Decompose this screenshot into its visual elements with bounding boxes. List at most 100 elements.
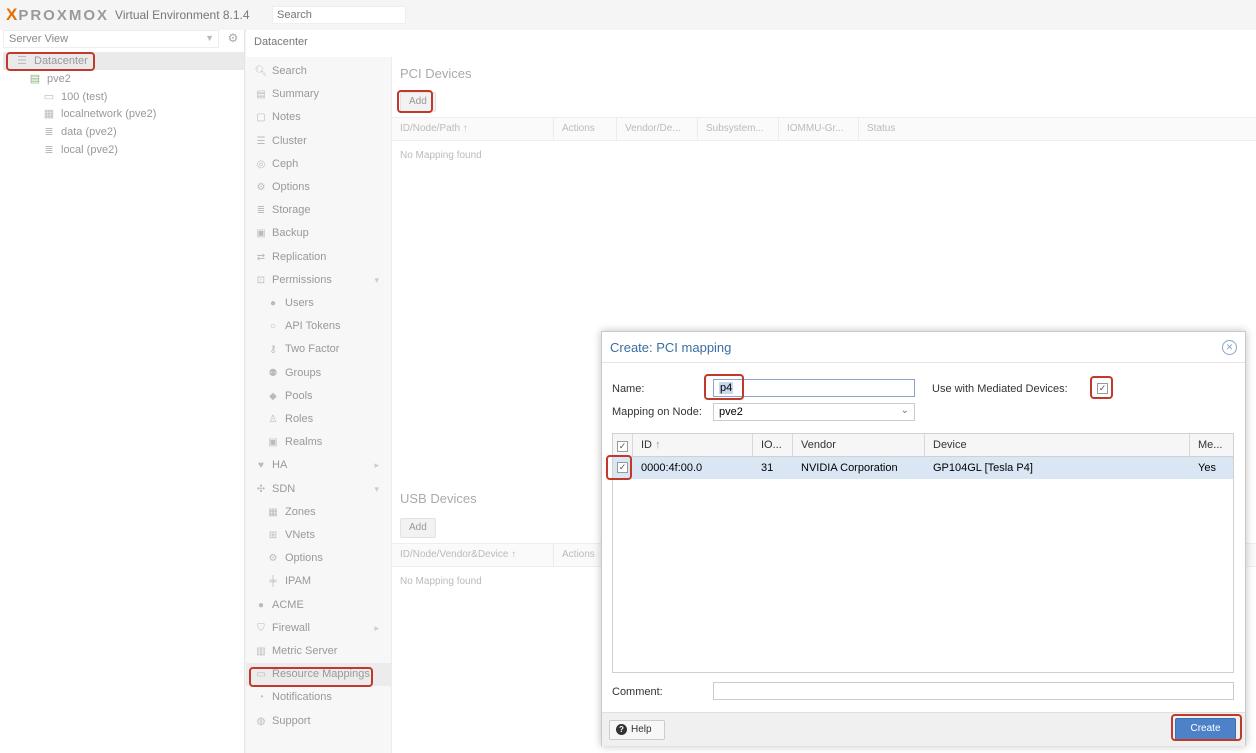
chevron-down-icon[interactable]: ▾ bbox=[374, 478, 379, 501]
menu-item-realms[interactable]: ▣ Realms bbox=[246, 431, 391, 454]
menu-item-sdn[interactable]: ✣ SDN ▾ bbox=[246, 478, 391, 501]
pci-col-iommu[interactable]: IOMMU-Gr... bbox=[779, 118, 859, 140]
male-icon: ♙ bbox=[268, 414, 278, 425]
view-selector[interactable]: Server View ▼ bbox=[3, 30, 219, 48]
pci-add-button[interactable]: Add bbox=[400, 92, 436, 112]
usb-col-id[interactable]: ID/Node/Vendor&Device ↑ bbox=[392, 544, 554, 566]
col-id[interactable]: ID ↑ bbox=[633, 434, 753, 457]
create-button[interactable]: Create bbox=[1175, 718, 1236, 740]
mediated-devices-label: Use with Mediated Devices: bbox=[932, 383, 1068, 395]
tree-node-vm-100[interactable]: ▭ 100 (test) bbox=[42, 88, 108, 106]
chevron-right-icon[interactable]: ▸ bbox=[374, 454, 379, 477]
th-icon: ▦ bbox=[268, 506, 278, 518]
row-vendor: NVIDIA Corporation bbox=[801, 462, 898, 474]
gear-icon[interactable]: ⚙ bbox=[226, 31, 240, 45]
mediated-devices-checkbox[interactable]: ✓ bbox=[1097, 383, 1108, 394]
col-device[interactable]: Device bbox=[925, 434, 1190, 457]
comment-field[interactable] bbox=[713, 682, 1234, 700]
menu-item-search[interactable]: 🔍︎ Search bbox=[246, 60, 391, 83]
network-icon: ▦ bbox=[43, 108, 55, 120]
comments-icon: ◍ bbox=[256, 715, 266, 727]
menu-item-permissions[interactable]: ⊡ Permissions ▾ bbox=[246, 269, 391, 292]
tree-node-data[interactable]: ≣ data (pve2) bbox=[42, 123, 117, 141]
menu-item-notifications[interactable]: ◔ Notifications bbox=[246, 686, 391, 709]
global-search-input[interactable] bbox=[272, 6, 406, 24]
menu-item-label: Zones bbox=[285, 505, 316, 518]
menu-item-two-factor[interactable]: ⚷ Two Factor bbox=[246, 338, 391, 361]
pci-grid-header: ID/Node/Path ↑ Actions Vendor/De... Subs… bbox=[392, 117, 1256, 141]
menu-item-label: ACME bbox=[272, 598, 304, 611]
menu-item-label: API Tokens bbox=[285, 320, 341, 333]
menu-item-cluster[interactable]: ☰ Cluster bbox=[246, 130, 391, 153]
tree-node-label: pve2 bbox=[47, 73, 71, 85]
user-outline-icon: ○ bbox=[269, 321, 277, 333]
create-pci-mapping-dialog: Create: PCI mapping ✕ Name: p4 Use with … bbox=[601, 331, 1246, 746]
table-row[interactable]: ✓ 0000:4f:00.0 31 NVIDIA Corporation GP1… bbox=[613, 457, 1233, 479]
menu-item-label: Notes bbox=[272, 111, 301, 124]
tree-node-localnetwork[interactable]: ▦ localnetwork (pve2) bbox=[42, 105, 157, 123]
menu-item-label: Ceph bbox=[272, 157, 299, 170]
menu-item-ipam[interactable]: ╪ IPAM bbox=[246, 570, 391, 593]
gear-icon: ⚙ bbox=[268, 553, 278, 565]
row-checkbox[interactable]: ✓ bbox=[617, 462, 628, 473]
pci-col-vendor[interactable]: Vendor/De... bbox=[617, 118, 698, 140]
users-icon: ⚉ bbox=[268, 367, 278, 379]
col-vendor[interactable]: Vendor bbox=[793, 434, 925, 457]
divider bbox=[602, 362, 1245, 363]
pci-col-actions[interactable]: Actions bbox=[554, 118, 617, 140]
menu-item-metric-server[interactable]: ▥ Metric Server bbox=[246, 640, 391, 663]
col-iommu[interactable]: IO... bbox=[753, 434, 793, 457]
node-select[interactable]: pve2 ⌄ bbox=[713, 403, 915, 421]
menu-item-api-tokens[interactable]: ○ API Tokens bbox=[246, 315, 391, 338]
chevron-right-icon[interactable]: ▸ bbox=[374, 617, 379, 640]
close-icon[interactable]: ✕ bbox=[1222, 340, 1237, 355]
pci-col-id[interactable]: ID/Node/Path ↑ bbox=[392, 118, 554, 140]
row-iommu: 31 bbox=[761, 462, 774, 474]
menu-item-label: Pools bbox=[285, 389, 313, 402]
menu-item-replication[interactable]: ⇄ Replication bbox=[246, 246, 391, 269]
menu-item-options[interactable]: ⚙ Options bbox=[246, 547, 391, 570]
menu-item-resource-mappings[interactable]: ▭ Resource Mappings bbox=[246, 663, 391, 687]
menu-item-firewall[interactable]: ⛉ Firewall ▸ bbox=[246, 617, 391, 640]
logo-word: PROXMOX bbox=[18, 6, 110, 24]
menu-item-vnets[interactable]: ⊞ VNets bbox=[246, 524, 391, 547]
address-book-icon: ▣ bbox=[268, 437, 278, 449]
tree-node-local[interactable]: ≣ local (pve2) bbox=[42, 141, 117, 159]
menu-item-notes[interactable]: ▢ Notes bbox=[246, 106, 391, 129]
column-label: ID/Node/Vendor&Device bbox=[400, 549, 509, 560]
select-all-checkbox[interactable]: ✓ bbox=[617, 441, 628, 452]
menu-item-storage[interactable]: ≣ Storage bbox=[246, 199, 391, 222]
tree-node-label: data (pve2) bbox=[61, 126, 117, 138]
pci-col-subsystem[interactable]: Subsystem... bbox=[698, 118, 779, 140]
pci-col-status[interactable]: Status bbox=[859, 118, 1256, 140]
server-icon: ☰ bbox=[256, 135, 266, 147]
menu-item-users[interactable]: ● Users bbox=[246, 292, 391, 315]
tree-node-pve2[interactable]: ▤ pve2 bbox=[28, 70, 71, 88]
folder-icon: ▭ bbox=[256, 669, 266, 681]
menu-item-groups[interactable]: ⚉ Groups bbox=[246, 362, 391, 385]
menu-item-roles[interactable]: ♙ Roles bbox=[246, 408, 391, 431]
bar-chart-icon: ▥ bbox=[256, 646, 266, 657]
usb-add-button[interactable]: Add bbox=[400, 518, 436, 538]
menu-item-pools[interactable]: ◆ Pools bbox=[246, 385, 391, 408]
chevron-down-icon[interactable]: ▾ bbox=[374, 269, 379, 292]
tags-icon: ◆ bbox=[269, 390, 277, 402]
menu-item-summary[interactable]: ▤ Summary bbox=[246, 83, 391, 106]
menu-item-label: Permissions bbox=[272, 273, 332, 286]
menu-item-zones[interactable]: ▦ Zones bbox=[246, 501, 391, 524]
menu-item-ha[interactable]: ♥ HA ▸ bbox=[246, 454, 391, 477]
tree-node-datacenter[interactable]: ☰ Datacenter bbox=[3, 52, 244, 70]
logo-mark: X bbox=[6, 5, 17, 24]
menu-item-support[interactable]: ◍ Support bbox=[246, 710, 391, 733]
help-button[interactable]: ? Help bbox=[609, 720, 665, 740]
menu-item-acme[interactable]: ● ACME bbox=[246, 594, 391, 617]
menu-item-options[interactable]: ⚙ Options bbox=[246, 176, 391, 199]
col-mdev[interactable]: Me... bbox=[1190, 434, 1233, 457]
node-icon: ▤ bbox=[29, 73, 41, 85]
tree-node-label: Datacenter bbox=[34, 55, 88, 67]
storage-icon: ≣ bbox=[44, 144, 54, 156]
menu-item-ceph[interactable]: ◎ Ceph bbox=[246, 153, 391, 176]
name-field[interactable]: p4 bbox=[713, 379, 915, 397]
menu-item-backup[interactable]: ▣ Backup bbox=[246, 222, 391, 245]
select-all-header[interactable]: ✓ bbox=[613, 434, 633, 457]
